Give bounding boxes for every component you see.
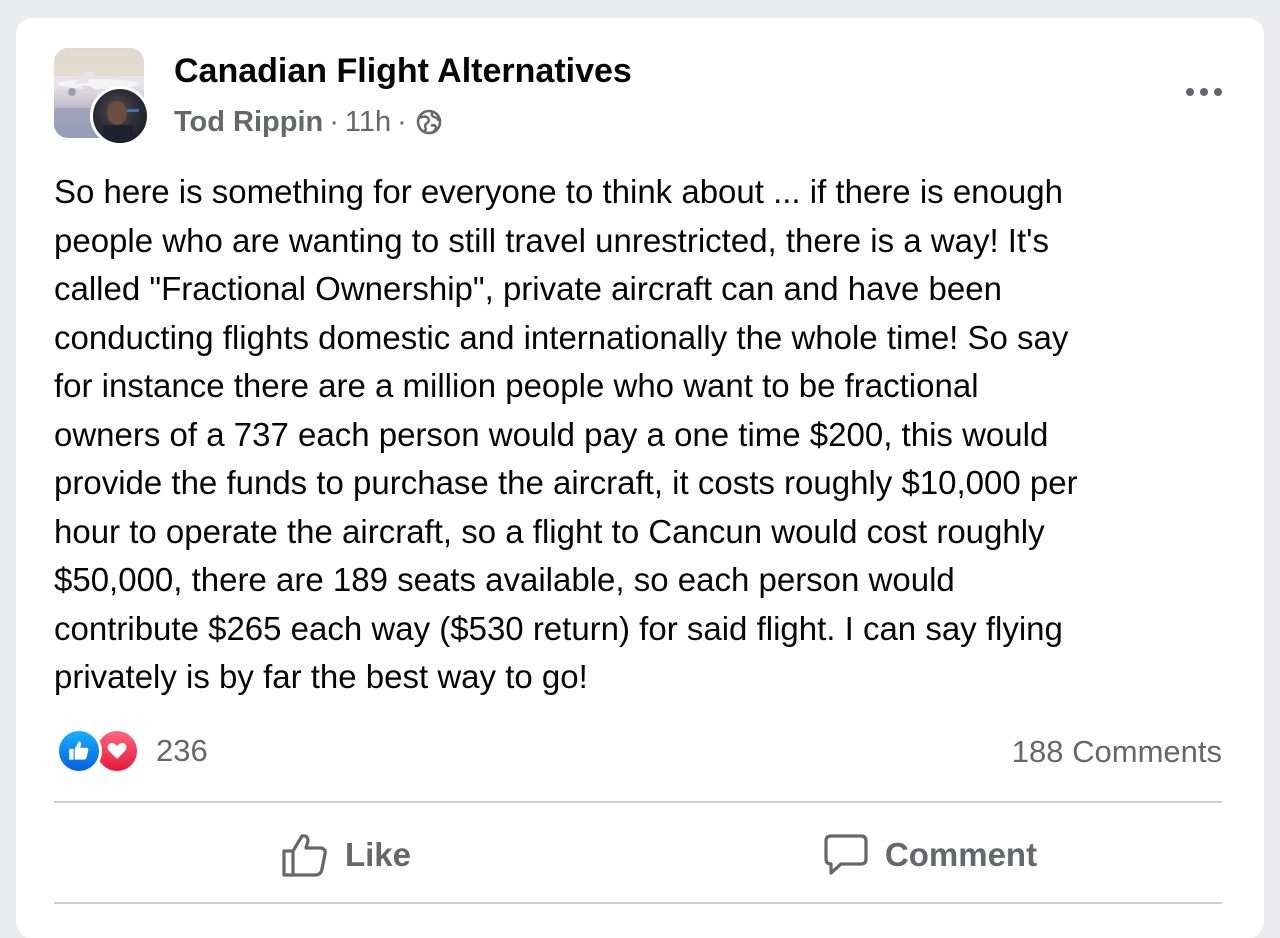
post-meta: Tod Rippin · 11h · <box>174 102 443 142</box>
author-name-link[interactable]: Tod Rippin <box>174 106 323 139</box>
comment-button[interactable]: Comment <box>638 816 1222 894</box>
reactions-summary[interactable]: 236 <box>56 728 208 774</box>
post-stats: 236 188 Comments <box>56 726 1222 776</box>
reaction-count[interactable]: 236 <box>156 733 208 769</box>
post-card: Canadian Flight Alternatives Tod Rippin … <box>16 18 1264 938</box>
avatar-group[interactable] <box>54 48 154 148</box>
meta-separator: · <box>397 105 407 138</box>
meta-separator: · <box>329 105 339 138</box>
group-name-link[interactable]: Canadian Flight Alternatives <box>174 52 632 91</box>
more-dot <box>1214 88 1222 96</box>
divider-top <box>54 801 1222 803</box>
action-bar: Like Comment <box>54 816 1222 894</box>
more-options-icon[interactable] <box>1174 74 1234 110</box>
comments-count-link[interactable]: 188 Comments <box>1012 734 1222 770</box>
divider-bottom <box>54 902 1222 904</box>
like-reaction-icon <box>56 728 102 774</box>
post-header: Canadian Flight Alternatives Tod Rippin … <box>54 46 1234 150</box>
post-timestamp[interactable]: 11h <box>345 106 391 139</box>
globe-icon[interactable] <box>415 108 443 136</box>
post-body-text: So here is something for everyone to thi… <box>54 173 1078 695</box>
user-avatar[interactable] <box>90 86 150 146</box>
comment-button-label: Comment <box>884 836 1038 873</box>
like-button[interactable]: Like <box>54 816 638 894</box>
comment-bubble-icon <box>824 834 868 875</box>
more-dot <box>1200 88 1208 96</box>
more-dot <box>1186 88 1194 96</box>
thumbs-up-icon <box>282 834 327 877</box>
like-button-label: Like <box>344 836 412 873</box>
